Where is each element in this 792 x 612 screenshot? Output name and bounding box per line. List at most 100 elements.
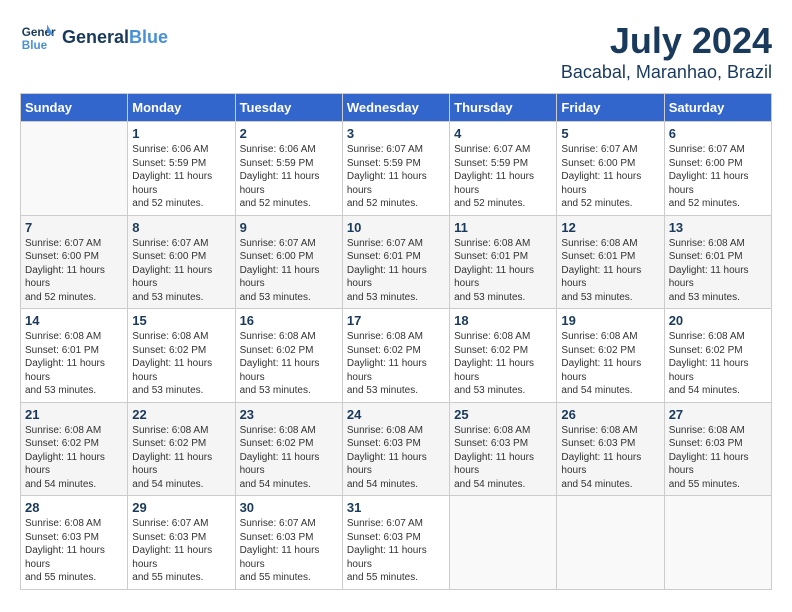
day-info: Sunrise: 6:08 AMSunset: 6:02 PMDaylight:…: [240, 330, 338, 398]
calendar-cell: 7Sunrise: 6:07 AMSunset: 6:00 PMDaylight…: [21, 215, 128, 309]
day-number: 3: [347, 126, 445, 141]
day-info: Sunrise: 6:08 AMSunset: 6:03 PMDaylight:…: [454, 424, 552, 492]
calendar-cell: 1Sunrise: 6:06 AMSunset: 5:59 PMDaylight…: [128, 122, 235, 216]
calendar-cell: 16 Sunrise: 6:08 AMSunset: 6:02 PMDayligh…: [235, 309, 342, 403]
calendar-cell: 26 Sunrise: 6:08 AMSunset: 6:03 PMDayligh…: [557, 402, 664, 496]
calendar-cell: [557, 496, 664, 590]
day-number: 6: [669, 126, 767, 141]
day-number: 8: [132, 220, 230, 235]
day-number: 18: [454, 313, 552, 328]
calendar-cell: 24 Sunrise: 6:08 AMSunset: 6:03 PMDayligh…: [342, 402, 449, 496]
month-title: July 2024: [561, 20, 772, 62]
day-number: 25: [454, 407, 552, 422]
calendar-cell: 29Sunrise: 6:07 AMSunset: 6:03 PMDayligh…: [128, 496, 235, 590]
calendar-table: SundayMondayTuesdayWednesdayThursdayFrid…: [20, 93, 772, 590]
day-number: 12: [561, 220, 659, 235]
day-number: 16: [240, 313, 338, 328]
day-info: Sunrise: 6:07 AMSunset: 5:59 PMDaylight:…: [347, 143, 445, 211]
day-number: 26: [561, 407, 659, 422]
calendar-cell: 25 Sunrise: 6:08 AMSunset: 6:03 PMDayligh…: [450, 402, 557, 496]
day-number: 13: [669, 220, 767, 235]
day-info: Sunrise: 6:08 AMSunset: 6:02 PMDaylight:…: [240, 424, 338, 492]
calendar-week-row: 14 Sunrise: 6:08 AMSunset: 6:01 PMDayligh…: [21, 309, 772, 403]
day-number: 23: [240, 407, 338, 422]
day-number: 5: [561, 126, 659, 141]
calendar-header-row: SundayMondayTuesdayWednesdayThursdayFrid…: [21, 94, 772, 122]
calendar-cell: 11Sunrise: 6:08 AMSunset: 6:01 PMDayligh…: [450, 215, 557, 309]
day-info: Sunrise: 6:08 AMSunset: 6:01 PMDaylight:…: [454, 237, 552, 305]
calendar-cell: 31 Sunrise: 6:07 AMSunset: 6:03 PMDayligh…: [342, 496, 449, 590]
day-info: Sunrise: 6:08 AMSunset: 6:01 PMDaylight:…: [561, 237, 659, 305]
calendar-cell: [450, 496, 557, 590]
day-info: Sunrise: 6:08 AMSunset: 6:02 PMDaylight:…: [132, 424, 230, 492]
day-info: Sunrise: 6:08 AMSunset: 6:03 PMDaylight:…: [347, 424, 445, 492]
day-info: Sunrise: 6:08 AMSunset: 6:01 PMDaylight:…: [669, 237, 767, 305]
calendar-cell: 5 Sunrise: 6:07 AMSunset: 6:00 PMDaylight…: [557, 122, 664, 216]
calendar-cell: 12 Sunrise: 6:08 AMSunset: 6:01 PMDayligh…: [557, 215, 664, 309]
weekday-header: Thursday: [450, 94, 557, 122]
calendar-cell: 19 Sunrise: 6:08 AMSunset: 6:02 PMDayligh…: [557, 309, 664, 403]
calendar-cell: 28Sunrise: 6:08 AMSunset: 6:03 PMDayligh…: [21, 496, 128, 590]
day-info: Sunrise: 6:08 AMSunset: 6:03 PMDaylight:…: [561, 424, 659, 492]
day-number: 29: [132, 500, 230, 515]
day-info: Sunrise: 6:08 AMSunset: 6:02 PMDaylight:…: [132, 330, 230, 398]
day-info: Sunrise: 6:08 AMSunset: 6:02 PMDaylight:…: [561, 330, 659, 398]
day-number: 9: [240, 220, 338, 235]
day-number: 14: [25, 313, 123, 328]
day-number: 4: [454, 126, 552, 141]
calendar-cell: 21 Sunrise: 6:08 AMSunset: 6:02 PMDayligh…: [21, 402, 128, 496]
day-info: Sunrise: 6:07 AMSunset: 6:03 PMDaylight:…: [347, 517, 445, 585]
day-number: 1: [132, 126, 230, 141]
day-number: 19: [561, 313, 659, 328]
page-header: General Blue GeneralBlue July 2024 Bacab…: [20, 20, 772, 83]
title-block: July 2024 Bacabal, Maranhao, Brazil: [561, 20, 772, 83]
day-info: Sunrise: 6:06 AMSunset: 5:59 PMDaylight:…: [240, 143, 338, 211]
day-info: Sunrise: 6:07 AMSunset: 6:03 PMDaylight:…: [240, 517, 338, 585]
location-title: Bacabal, Maranhao, Brazil: [561, 62, 772, 83]
svg-text:Blue: Blue: [22, 39, 48, 52]
calendar-cell: 22 Sunrise: 6:08 AMSunset: 6:02 PMDayligh…: [128, 402, 235, 496]
day-number: 17: [347, 313, 445, 328]
day-info: Sunrise: 6:07 AMSunset: 6:00 PMDaylight:…: [132, 237, 230, 305]
day-info: Sunrise: 6:08 AMSunset: 6:02 PMDaylight:…: [347, 330, 445, 398]
weekday-header: Friday: [557, 94, 664, 122]
weekday-header: Tuesday: [235, 94, 342, 122]
logo: General Blue GeneralBlue: [20, 20, 168, 56]
calendar-cell: 17 Sunrise: 6:08 AMSunset: 6:02 PMDayligh…: [342, 309, 449, 403]
day-number: 21: [25, 407, 123, 422]
calendar-cell: 13 Sunrise: 6:08 AMSunset: 6:01 PMDayligh…: [664, 215, 771, 309]
day-info: Sunrise: 6:08 AMSunset: 6:01 PMDaylight:…: [25, 330, 123, 398]
logo-icon: General Blue: [20, 20, 56, 56]
calendar-cell: 15 Sunrise: 6:08 AMSunset: 6:02 PMDayligh…: [128, 309, 235, 403]
day-number: 22: [132, 407, 230, 422]
day-number: 31: [347, 500, 445, 515]
weekday-header: Wednesday: [342, 94, 449, 122]
calendar-cell: 20 Sunrise: 6:08 AMSunset: 6:02 PMDayligh…: [664, 309, 771, 403]
day-info: Sunrise: 6:08 AMSunset: 6:02 PMDaylight:…: [25, 424, 123, 492]
calendar-cell: 27 Sunrise: 6:08 AMSunset: 6:03 PMDayligh…: [664, 402, 771, 496]
calendar-cell: 18Sunrise: 6:08 AMSunset: 6:02 PMDayligh…: [450, 309, 557, 403]
calendar-cell: [21, 122, 128, 216]
day-number: 24: [347, 407, 445, 422]
day-info: Sunrise: 6:08 AMSunset: 6:02 PMDaylight:…: [669, 330, 767, 398]
calendar-cell: 3 Sunrise: 6:07 AMSunset: 5:59 PMDaylight…: [342, 122, 449, 216]
day-number: 15: [132, 313, 230, 328]
day-number: 10: [347, 220, 445, 235]
logo-text: GeneralBlue: [62, 28, 168, 48]
day-number: 30: [240, 500, 338, 515]
weekday-header: Monday: [128, 94, 235, 122]
calendar-cell: 4Sunrise: 6:07 AMSunset: 5:59 PMDaylight…: [450, 122, 557, 216]
calendar-cell: 6Sunrise: 6:07 AMSunset: 6:00 PMDaylight…: [664, 122, 771, 216]
day-info: Sunrise: 6:07 AMSunset: 6:00 PMDaylight:…: [561, 143, 659, 211]
calendar-cell: 14 Sunrise: 6:08 AMSunset: 6:01 PMDayligh…: [21, 309, 128, 403]
calendar-cell: [664, 496, 771, 590]
day-info: Sunrise: 6:07 AMSunset: 6:00 PMDaylight:…: [240, 237, 338, 305]
day-number: 2: [240, 126, 338, 141]
day-number: 27: [669, 407, 767, 422]
calendar-cell: 8 Sunrise: 6:07 AMSunset: 6:00 PMDaylight…: [128, 215, 235, 309]
day-info: Sunrise: 6:08 AMSunset: 6:03 PMDaylight:…: [669, 424, 767, 492]
weekday-header: Sunday: [21, 94, 128, 122]
day-info: Sunrise: 6:08 AMSunset: 6:03 PMDaylight:…: [25, 517, 123, 585]
day-number: 20: [669, 313, 767, 328]
calendar-cell: 9 Sunrise: 6:07 AMSunset: 6:00 PMDaylight…: [235, 215, 342, 309]
